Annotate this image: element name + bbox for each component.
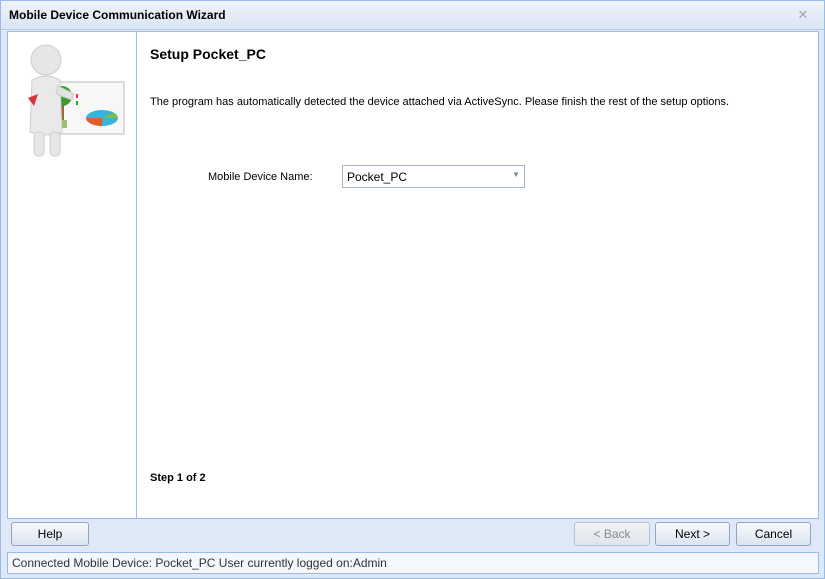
illustration-panel xyxy=(8,32,137,518)
next-button-label: Next > xyxy=(674,527,710,541)
window-title: Mobile Device Communication Wizard xyxy=(9,8,226,22)
step-indicator: Step 1 of 2 xyxy=(150,472,206,484)
device-name-value: Pocket_PC xyxy=(347,170,408,184)
wizard-window: Mobile Device Communication Wizard ✕ Set… xyxy=(0,0,825,579)
back-button-label: < Back xyxy=(593,527,631,541)
chevron-down-icon[interactable]: ▼ xyxy=(512,170,520,179)
status-bar: Connected Mobile Device: Pocket_PC User … xyxy=(7,552,819,574)
wizard-panel: Setup Pocket_PC The program has automati… xyxy=(7,31,819,519)
cancel-button-label: Cancel xyxy=(754,527,793,541)
close-icon[interactable]: ✕ xyxy=(796,8,810,22)
device-name-select[interactable]: Pocket_PC ▼ xyxy=(342,165,525,188)
cancel-button[interactable]: Cancel xyxy=(736,522,811,546)
next-button[interactable]: Next > xyxy=(655,522,730,546)
help-button[interactable]: Help xyxy=(11,522,89,546)
title-bar: Mobile Device Communication Wizard ✕ xyxy=(1,1,824,30)
description-text: The program has automatically detected t… xyxy=(150,96,730,108)
presenter-figure-icon xyxy=(28,44,125,157)
help-button-label: Help xyxy=(37,527,63,541)
device-name-label: Mobile Device Name: xyxy=(208,171,313,183)
back-button[interactable]: < Back xyxy=(574,522,650,546)
status-text: Connected Mobile Device: Pocket_PC User … xyxy=(12,556,387,570)
page-title: Setup Pocket_PC xyxy=(150,46,266,62)
